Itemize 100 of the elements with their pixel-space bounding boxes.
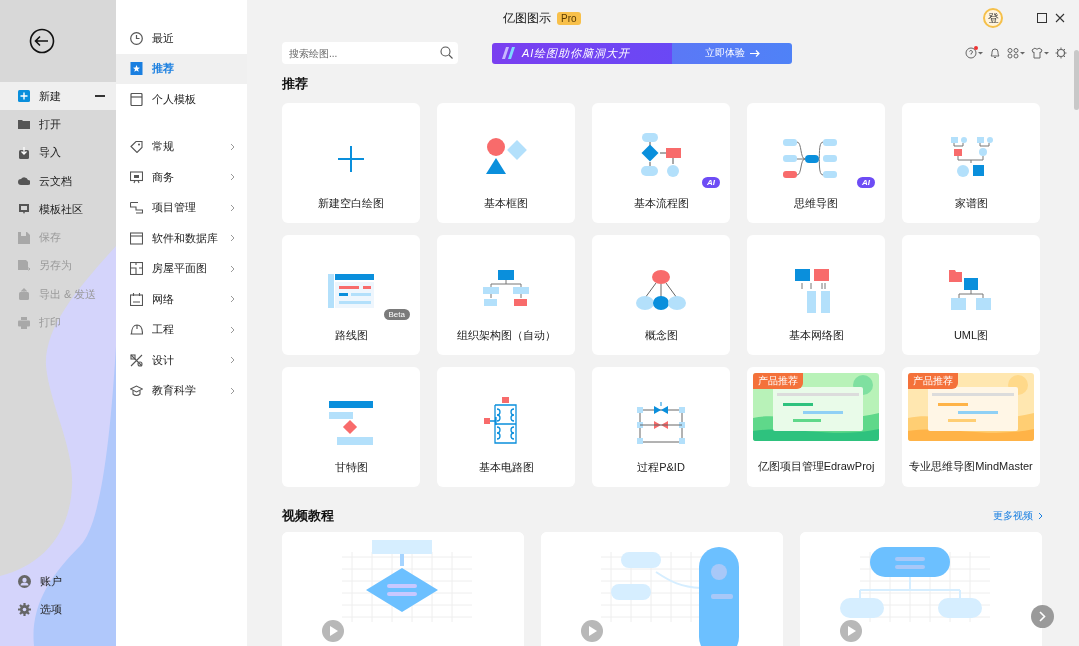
folder-icon [18, 118, 30, 131]
roadmap-drawing [328, 273, 374, 308]
promo-tag: 产品推荐 [753, 373, 803, 389]
nav-item[interactable]: 选项 [0, 595, 116, 624]
template-card[interactable]: 基本电路图 [437, 367, 575, 487]
caret-icon[interactable] [1020, 51, 1025, 55]
chevron-icon [230, 142, 235, 151]
nav-item[interactable]: 账户 [0, 567, 116, 596]
nav-item[interactable]: 导入 [0, 138, 116, 167]
login-avatar[interactable]: 登 [983, 8, 1003, 28]
category-item[interactable]: 个人模板 [116, 84, 247, 115]
beta-badge: Beta [383, 309, 410, 320]
template-card[interactable]: UML图 [902, 235, 1040, 355]
design-tools-icon [130, 353, 143, 367]
bell-icon[interactable] [989, 47, 1001, 59]
template-icon [130, 92, 143, 106]
back-icon[interactable] [29, 28, 55, 54]
export-icon [18, 288, 30, 301]
chevron-icon [230, 234, 235, 243]
helmet-icon [130, 323, 143, 337]
help-icon[interactable] [965, 47, 977, 59]
search-field[interactable]: 搜索绘图... [282, 42, 458, 64]
edition-badge: Pro [557, 11, 581, 25]
account-icon [18, 575, 31, 589]
product-card[interactable]: 产品推荐 专业思维导图MindMaster [902, 367, 1040, 487]
notification-dot [974, 46, 978, 50]
chevron-icon [230, 173, 235, 182]
caret-icon[interactable] [978, 51, 983, 55]
graduation-cap-icon [130, 384, 143, 398]
ai-badge: AI [702, 177, 720, 188]
plus-square-icon [18, 90, 30, 103]
ai-logo-icon [502, 47, 516, 59]
category-item[interactable]: 网络 [116, 284, 247, 315]
try-now-button[interactable]: 立即体验 [705, 46, 760, 60]
category-item[interactable]: 推荐 [116, 53, 247, 84]
search-icon [440, 46, 453, 59]
plus-icon [336, 143, 366, 174]
concept-map-drawing [636, 269, 686, 312]
template-card[interactable]: 新建空白绘图 [282, 103, 420, 223]
category-item[interactable]: 软件和数据库 [116, 223, 247, 254]
category-item[interactable]: 工程 [116, 314, 247, 345]
ai-badge: AI [857, 177, 875, 188]
category-item[interactable]: 商务 [116, 162, 247, 193]
floor-plan-icon [130, 262, 143, 276]
template-card[interactable]: 组织架构图（自动） [437, 235, 575, 355]
window-icon [130, 231, 143, 245]
gear-icon[interactable] [1055, 47, 1067, 59]
uml-diagram-drawing [949, 269, 993, 312]
nav-item[interactable]: 打开 [0, 110, 116, 139]
star-bookmark-icon [130, 62, 143, 76]
product-card[interactable]: 产品推荐 亿图项目管理EdrawProj [747, 367, 885, 487]
chevron-icon [230, 295, 235, 304]
shirt-icon[interactable] [1031, 47, 1043, 59]
chevron-icon [230, 386, 235, 395]
section-heading: 视频教程 [281, 507, 335, 525]
cloud-icon [18, 175, 30, 188]
chevron-icon [230, 264, 235, 273]
scrollbar[interactable] [1074, 50, 1079, 110]
app-title: 亿图图示 [503, 9, 551, 27]
template-card[interactable]: 过程P&ID [592, 367, 730, 487]
more-videos-link[interactable]: 更多视频 [993, 509, 1043, 523]
pid-diagram-drawing [637, 401, 685, 444]
template-card[interactable]: 基本网络图 [747, 235, 885, 355]
import-icon [18, 146, 30, 159]
presentation-icon [130, 170, 143, 184]
category-item[interactable]: 教育科学 [116, 375, 247, 406]
tag-icon [130, 140, 143, 154]
template-card[interactable]: AI 思维导图 [747, 103, 885, 223]
project-icon [130, 201, 143, 215]
caret-icon[interactable] [1044, 51, 1049, 55]
chat-icon [18, 203, 30, 216]
nav-item[interactable]: 云文档 [0, 166, 116, 196]
template-card[interactable]: 甘特图 [282, 367, 420, 487]
clock-icon [130, 31, 143, 45]
gantt-chart-drawing [329, 400, 373, 445]
template-card[interactable]: 家谱图 [902, 103, 1040, 223]
ai-banner[interactable]: AI绘图助你脑洞大开 立即体验 [492, 42, 792, 64]
chevron-icon [230, 203, 235, 212]
nav-item[interactable]: 新建 [0, 82, 116, 111]
nav-item[interactable]: 模板社区 [0, 195, 116, 224]
template-card[interactable]: 基本框图 [437, 103, 575, 223]
template-card[interactable]: Beta 路线图 [282, 235, 420, 355]
save-as-icon [18, 259, 30, 272]
category-item[interactable]: 最近 [116, 23, 247, 54]
category-item[interactable]: 常规 [116, 131, 247, 162]
section-heading: 推荐 [281, 75, 309, 93]
apps-icon[interactable] [1007, 47, 1019, 59]
template-card[interactable]: 概念图 [592, 235, 730, 355]
category-item[interactable]: 项目管理 [116, 192, 247, 223]
promo-tag: 产品推荐 [908, 373, 958, 389]
next-button[interactable] [1031, 605, 1054, 628]
chevron-icon [230, 325, 235, 334]
chevron-icon [1039, 611, 1046, 622]
save-icon [18, 231, 30, 244]
category-item[interactable]: 设计 [116, 345, 247, 376]
template-card[interactable]: AI 基本流程图 [592, 103, 730, 223]
printer-icon [18, 316, 30, 329]
calendar-icon [130, 292, 143, 306]
settings-icon [18, 603, 31, 617]
category-item[interactable]: 房屋平面图 [116, 253, 247, 284]
